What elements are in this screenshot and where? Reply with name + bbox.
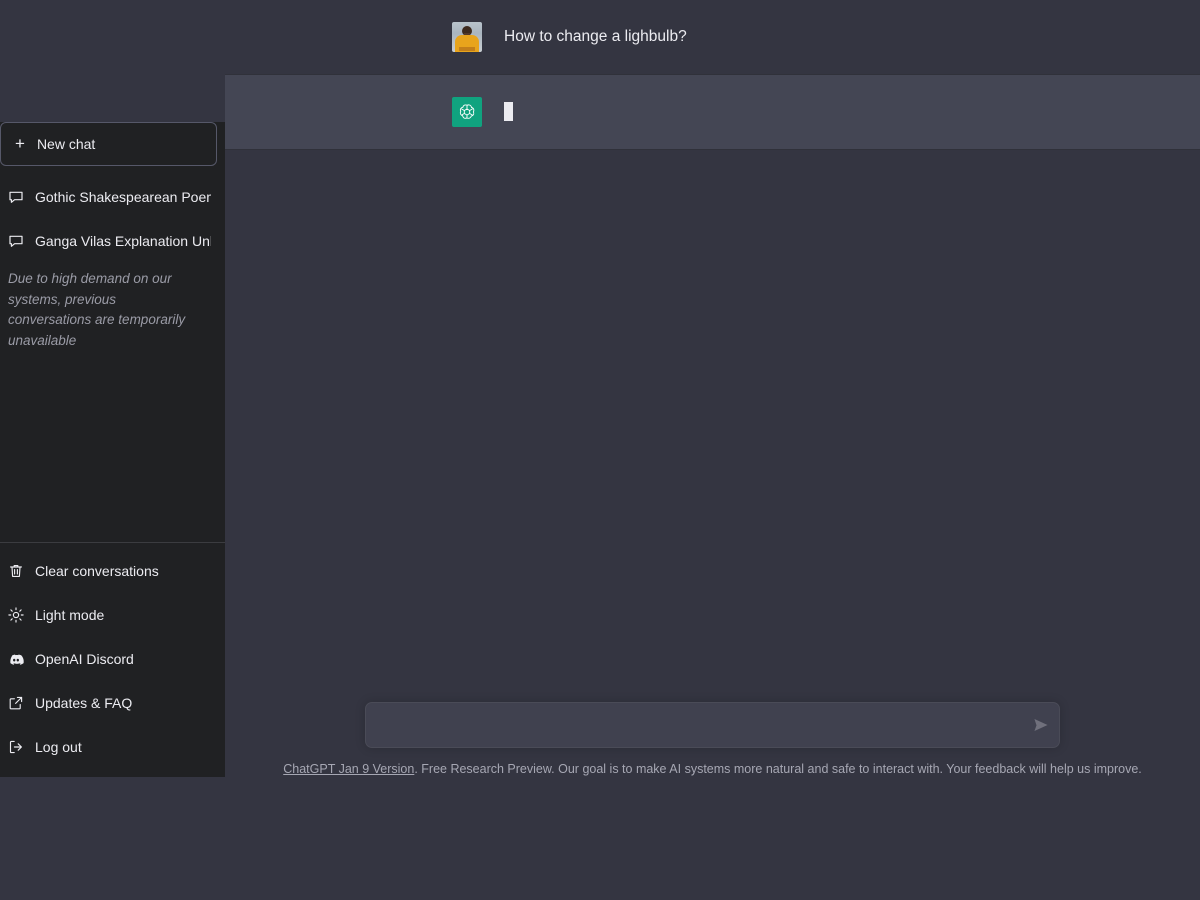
send-paper-plane-icon xyxy=(1034,718,1048,732)
updates-and-faq-label: Updates & FAQ xyxy=(35,695,133,711)
footer-disclaimer-text: . Free Research Preview. Our goal is to … xyxy=(414,761,1142,776)
discord-icon xyxy=(8,651,24,667)
log-out-label: Log out xyxy=(35,739,82,755)
composer-area: ChatGPT Jan 9 Version. Free Research Pre… xyxy=(225,701,1200,779)
send-button[interactable] xyxy=(1033,717,1049,733)
chat-input[interactable] xyxy=(366,702,1059,747)
conversation-item-ganga-vilas-explanation[interactable]: Ganga Vilas Explanation Unkn xyxy=(0,219,225,263)
user-message-text: How to change a lighbulb? xyxy=(504,28,687,45)
light-mode-toggle[interactable]: Light mode xyxy=(0,593,225,637)
sun-icon xyxy=(8,607,24,623)
footer-disclaimer: ChatGPT Jan 9 Version. Free Research Pre… xyxy=(283,761,1142,779)
log-out-button[interactable]: Log out xyxy=(0,725,225,769)
trash-icon xyxy=(8,563,24,579)
chat-bubble-icon xyxy=(8,233,24,249)
streaming-caret xyxy=(504,102,513,121)
external-link-icon xyxy=(8,695,24,711)
version-link[interactable]: ChatGPT Jan 9 Version xyxy=(283,762,414,776)
conversation-item-gothic-shakespearean-poem[interactable]: Gothic Shakespearean Poem xyxy=(0,175,225,219)
message-input-container[interactable] xyxy=(365,701,1060,748)
sidebar: + New chat Gothic Shakespearean Poem Gan… xyxy=(0,122,225,777)
conversation-item-label: Gothic Shakespearean Poem xyxy=(35,189,211,205)
openai-discord-link[interactable]: OpenAI Discord xyxy=(0,637,225,681)
new-chat-label: New chat xyxy=(36,136,96,152)
new-chat-button[interactable]: + New chat xyxy=(0,122,217,166)
message-row-user: How to change a lighbulb? xyxy=(225,0,1200,74)
conversation-history-list: Gothic Shakespearean Poem Ganga Vilas Ex… xyxy=(0,166,225,542)
sidebar-footer: Clear conversations Light mode OpenAI Di… xyxy=(0,542,225,777)
plus-icon: + xyxy=(15,134,25,153)
message-row-assistant xyxy=(225,74,1200,151)
assistant-message-text xyxy=(504,97,513,127)
clear-conversations-button[interactable]: Clear conversations xyxy=(0,549,225,593)
chatgpt-logo-icon xyxy=(452,97,482,127)
chat-bubble-icon xyxy=(8,189,24,205)
conversation-item-label: Ganga Vilas Explanation Unkn xyxy=(35,233,211,249)
clear-conversations-label: Clear conversations xyxy=(35,563,159,579)
openai-discord-label: OpenAI Discord xyxy=(35,651,134,667)
user-photo-avatar xyxy=(452,22,482,52)
avatar-shirt-print-shape xyxy=(459,47,475,51)
history-unavailable-notice: Due to high demand on our systems, previ… xyxy=(8,271,186,348)
logout-icon xyxy=(8,739,24,755)
light-mode-label: Light mode xyxy=(35,607,105,623)
updates-and-faq-link[interactable]: Updates & FAQ xyxy=(0,681,225,725)
